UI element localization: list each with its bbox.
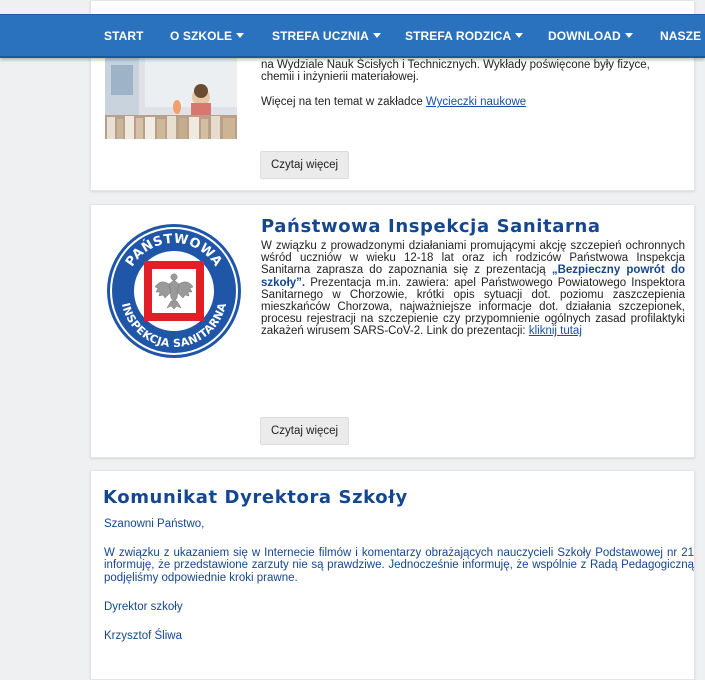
director-body: Szanowni Państwo, W związku z ukazaniem … bbox=[104, 518, 694, 642]
news-card-director: Komunikat Dyrektora Szkoły Szanowni Pańs… bbox=[90, 470, 695, 680]
nav-strefa-rodzica-label: STREFA RODZICA bbox=[405, 29, 512, 43]
nav-nasze[interactable]: NASZE P bbox=[660, 15, 705, 56]
read-more-button[interactable]: Czytaj więcej bbox=[260, 151, 350, 179]
chevron-down-icon bbox=[372, 33, 381, 39]
main-navbar: START O SZKOLE STREFA UCZNIA STREFA RODZ… bbox=[0, 14, 705, 58]
director-name: Krzysztof Śliwa bbox=[104, 630, 182, 643]
trip-category-link[interactable]: Wycieczki naukowe bbox=[426, 96, 526, 108]
chevron-down-icon bbox=[515, 33, 524, 39]
nav-strefa-ucznia[interactable]: STREFA UCZNIA bbox=[272, 15, 381, 56]
director-paragraph: W związku z ukazaniem się w Internecie f… bbox=[104, 547, 694, 584]
trip-line-2: chemii i inżynierii materiałowej. bbox=[261, 71, 419, 84]
nav-download-label: DOWNLOAD bbox=[548, 29, 621, 43]
sanepid-rest: Prezentacja m.in. zawiera: apel Państwow… bbox=[261, 276, 685, 338]
read-more-button[interactable]: Czytaj więcej bbox=[260, 417, 350, 445]
nav-o-szkole-label: O SZKOLE bbox=[170, 29, 233, 43]
chevron-down-icon bbox=[236, 33, 245, 39]
director-role: Dyrektor szkoły bbox=[104, 600, 183, 613]
trip-more-prefix: Więcej na ten temat w zakładce bbox=[261, 96, 426, 109]
director-greeting: Szanowni Państwo, bbox=[104, 518, 205, 530]
nav-start[interactable]: START bbox=[104, 15, 144, 56]
presentation-link[interactable]: kliknij tutaj bbox=[529, 325, 582, 337]
nav-download[interactable]: DOWNLOAD bbox=[548, 15, 633, 56]
nav-o-szkole[interactable]: O SZKOLE bbox=[170, 15, 245, 56]
sanepid-logo[interactable]: PAŃSTWOWA INSPEKCJA SANITARNA bbox=[105, 222, 243, 360]
trip-excerpt: na Wydziale Nauk Ścisłych i Technicznych… bbox=[261, 59, 685, 109]
nav-start-label: START bbox=[104, 29, 144, 43]
news-card-sanepid: PAŃSTWOWA INSPEKCJA SANITARNA Państwowa … bbox=[90, 204, 695, 458]
trip-more-info: Więcej na ten temat w zakładce Wycieczki… bbox=[261, 96, 685, 108]
trip-photo-image bbox=[105, 57, 237, 139]
sanepid-body: W związku z prowadzonymi działaniami pro… bbox=[261, 240, 685, 338]
nav-nasze-label: NASZE P bbox=[660, 29, 705, 43]
director-title[interactable]: Komunikat Dyrektora Szkoły bbox=[103, 487, 408, 508]
trip-line-1: na Wydziale Nauk Ścisłych i Technicznych… bbox=[261, 59, 650, 71]
trip-photo[interactable] bbox=[105, 57, 237, 139]
sanepid-paragraph: W związku z prowadzonymi działaniami pro… bbox=[261, 240, 685, 338]
sanepid-seal-image: PAŃSTWOWA INSPEKCJA SANITARNA bbox=[107, 224, 241, 358]
sanepid-title[interactable]: Państwowa Inspekcja Sanitarna bbox=[261, 216, 601, 237]
chevron-down-icon bbox=[624, 33, 633, 39]
nav-strefa-rodzica[interactable]: STREFA RODZICA bbox=[405, 15, 524, 56]
nav-strefa-ucznia-label: STREFA UCZNIA bbox=[272, 29, 369, 43]
